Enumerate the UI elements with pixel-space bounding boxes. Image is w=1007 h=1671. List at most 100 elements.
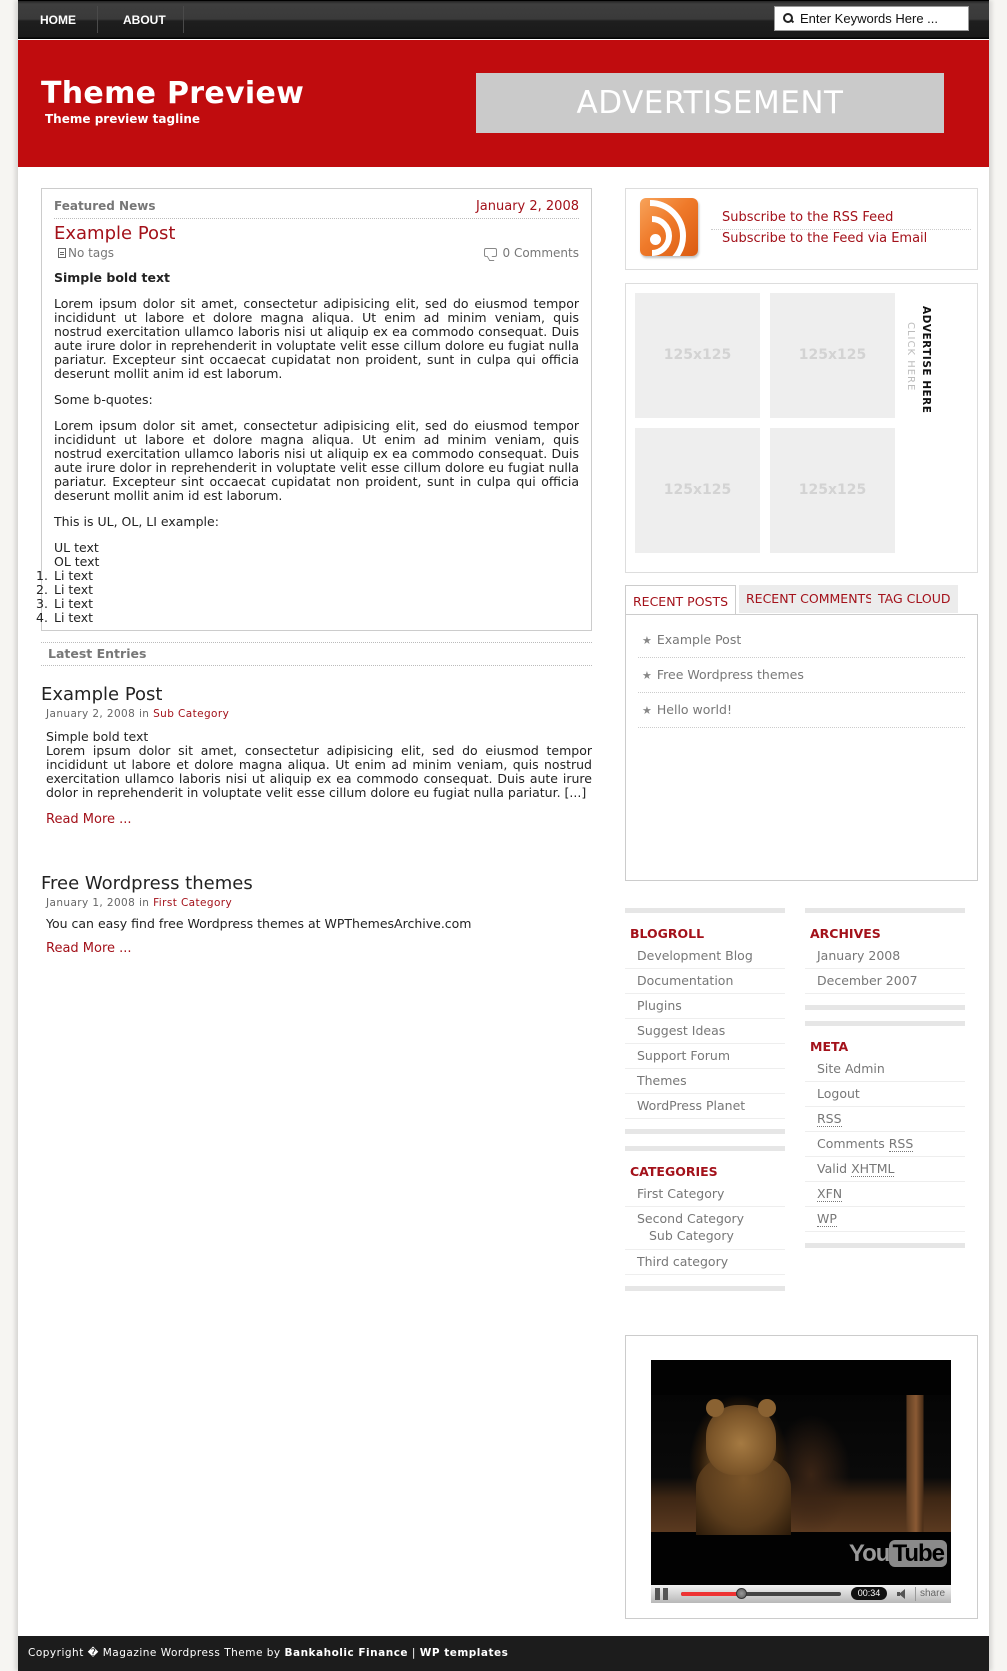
click-here-link[interactable]: CLICK HERE [905, 322, 916, 391]
footer-link-bankaholic[interactable]: Bankaholic Finance [284, 1647, 408, 1659]
featured-label: Featured News [54, 199, 156, 213]
recent-post-item[interactable]: ★ Example Post [638, 623, 965, 658]
ad-slot[interactable]: 125x125 [770, 428, 895, 553]
meta-list: Site Admin Logout RSS Comments RSS Valid… [805, 1057, 965, 1232]
category-link[interactable]: First Category [625, 1182, 785, 1207]
archives-list: January 2008 December 2007 [805, 944, 965, 994]
entry-meta: January 2, 2008 in Sub Category [46, 708, 592, 720]
nav-about[interactable]: ABOUT [101, 1, 188, 36]
widget-divider [805, 1021, 965, 1026]
nav-divider [97, 6, 98, 33]
featured-body: Simple bold text Lorem ipsum dolor sit a… [36, 270, 579, 625]
ad-slot[interactable]: 125x125 [770, 293, 895, 418]
meta-wp[interactable]: WP [805, 1207, 965, 1232]
entry: Free Wordpress themes January 1, 2008 in… [41, 873, 592, 956]
featured-post-title[interactable]: Example Post [54, 223, 579, 245]
tab-recent-posts[interactable]: RECENT POSTS [625, 585, 737, 615]
entry-category-link[interactable]: First Category [153, 897, 232, 909]
search-icon[interactable] [783, 12, 795, 25]
category-link[interactable]: Third category [625, 1250, 785, 1275]
entry-excerpt-text: Lorem ipsum dolor sit amet, consectetur … [46, 743, 592, 800]
read-more-link[interactable]: Read More ... [46, 941, 592, 956]
meta-rss[interactable]: RSS [805, 1107, 965, 1132]
bold-text: Simple bold text [54, 270, 170, 285]
subscribe-rss-link[interactable]: Subscribe to the RSS Feed [711, 209, 971, 230]
entry-category-link[interactable]: Sub Category [153, 708, 229, 720]
subscribe-email-link[interactable]: Subscribe to the Feed via Email [711, 230, 971, 251]
meta-xfn[interactable]: XFN [805, 1182, 965, 1207]
blogroll-link[interactable]: Plugins [625, 994, 785, 1019]
progress-knob[interactable] [735, 1588, 747, 1599]
meta-comments-rss[interactable]: Comments RSS [805, 1132, 965, 1157]
entry-in: in [138, 708, 150, 720]
read-more-link[interactable]: Read More ... [46, 812, 592, 827]
footer-link-wp-templates[interactable]: WP templates [420, 1647, 509, 1659]
meta-text: Valid [817, 1161, 852, 1176]
list-number: 3. [36, 596, 48, 611]
categories-title: CATEGORIES [630, 1164, 718, 1179]
comments-link[interactable]: 0 Comments [483, 245, 580, 263]
meta-text: Comments [817, 1136, 889, 1151]
tab-recent-comments[interactable]: RECENT COMMENTS [739, 585, 881, 613]
subcategory-link[interactable]: Sub Category [637, 1227, 785, 1249]
search-input[interactable] [800, 11, 965, 26]
featured-date: January 2, 2008 [475, 199, 579, 214]
archives-title: ARCHIVES [810, 926, 881, 941]
pause-icon[interactable] [655, 1588, 668, 1600]
ol-text: OL text [54, 554, 100, 569]
archive-link[interactable]: January 2008 [805, 944, 965, 969]
header-advertisement[interactable]: ADVERTISEMENT [476, 73, 944, 133]
top-nav: HOME ABOUT [18, 0, 989, 39]
blogroll-link[interactable]: Support Forum [625, 1044, 785, 1069]
blogroll-link[interactable]: Development Blog [625, 944, 785, 969]
meta-logout[interactable]: Logout [805, 1082, 965, 1107]
site-header: Theme Preview Theme preview tagline ADVE… [18, 40, 989, 167]
subscribe-box: Subscribe to the RSS Feed Subscribe to t… [625, 188, 978, 270]
entry-title[interactable]: Free Wordpress themes [41, 873, 592, 895]
category-link[interactable]: Second Category [637, 1211, 744, 1226]
list-item: 4. Li text [36, 611, 579, 625]
meta-site-admin[interactable]: Site Admin [805, 1057, 965, 1082]
list-item: 1. Li text [36, 569, 579, 583]
recent-post-item[interactable]: ★ Hello world! [638, 693, 965, 728]
rss-feed-icon[interactable] [640, 198, 698, 256]
recent-post-title: Example Post [656, 632, 742, 647]
archive-link[interactable]: December 2007 [805, 969, 965, 994]
featured-news: Featured News January 2, 2008 Example Po… [36, 188, 592, 631]
tags-text: No tags [68, 246, 115, 260]
site-title[interactable]: Theme Preview [41, 76, 304, 111]
entry-in: in [138, 897, 150, 909]
meta-valid-xhtml[interactable]: Valid XHTML [805, 1157, 965, 1182]
youtube-tube: Tube [889, 1540, 947, 1567]
recent-post-item[interactable]: ★ Free Wordpress themes [638, 658, 965, 693]
blogroll-link[interactable]: WordPress Planet [625, 1094, 785, 1119]
tab-tag-cloud[interactable]: TAG CLOUD [871, 585, 958, 613]
progress-bar[interactable] [681, 1588, 841, 1599]
comments-count: 0 Comments [502, 246, 580, 260]
meta-title: META [810, 1039, 849, 1054]
list-number: 2. [36, 582, 48, 597]
entry-excerpt: Simple bold text Lorem ipsum dolor sit a… [46, 730, 592, 800]
widget-divider [625, 1129, 785, 1134]
ad-slot[interactable]: 125x125 [635, 293, 760, 418]
ad-slot[interactable]: 125x125 [635, 428, 760, 553]
youtube-video-player[interactable]: You Tube 00:34 share [651, 1360, 951, 1603]
categories-widget: CATEGORIES First Category Second Categor… [625, 1146, 785, 1291]
meta-abbr: XHTML [851, 1161, 895, 1177]
nav-home[interactable]: HOME [18, 1, 98, 36]
search-box [774, 6, 969, 31]
blogroll-link[interactable]: Documentation [625, 969, 785, 994]
progress-fill [681, 1592, 742, 1596]
volume-icon[interactable] [897, 1589, 905, 1599]
youtube-you: You [848, 1540, 891, 1567]
advertise-here-link[interactable]: ADVERTISE HERE [920, 306, 932, 413]
share-button[interactable]: share [915, 1587, 945, 1601]
blogroll-link[interactable]: Suggest Ideas [625, 1019, 785, 1044]
widget-divider [805, 1243, 965, 1248]
video-widget: You Tube 00:34 share [625, 1335, 978, 1619]
quotes-label: Some b-quotes: [54, 392, 153, 407]
entry-title[interactable]: Example Post [41, 684, 592, 706]
tags-meta: No tags [54, 245, 114, 263]
blogroll-link[interactable]: Themes [625, 1069, 785, 1094]
entry-date: January 1, 2008 [46, 897, 136, 909]
